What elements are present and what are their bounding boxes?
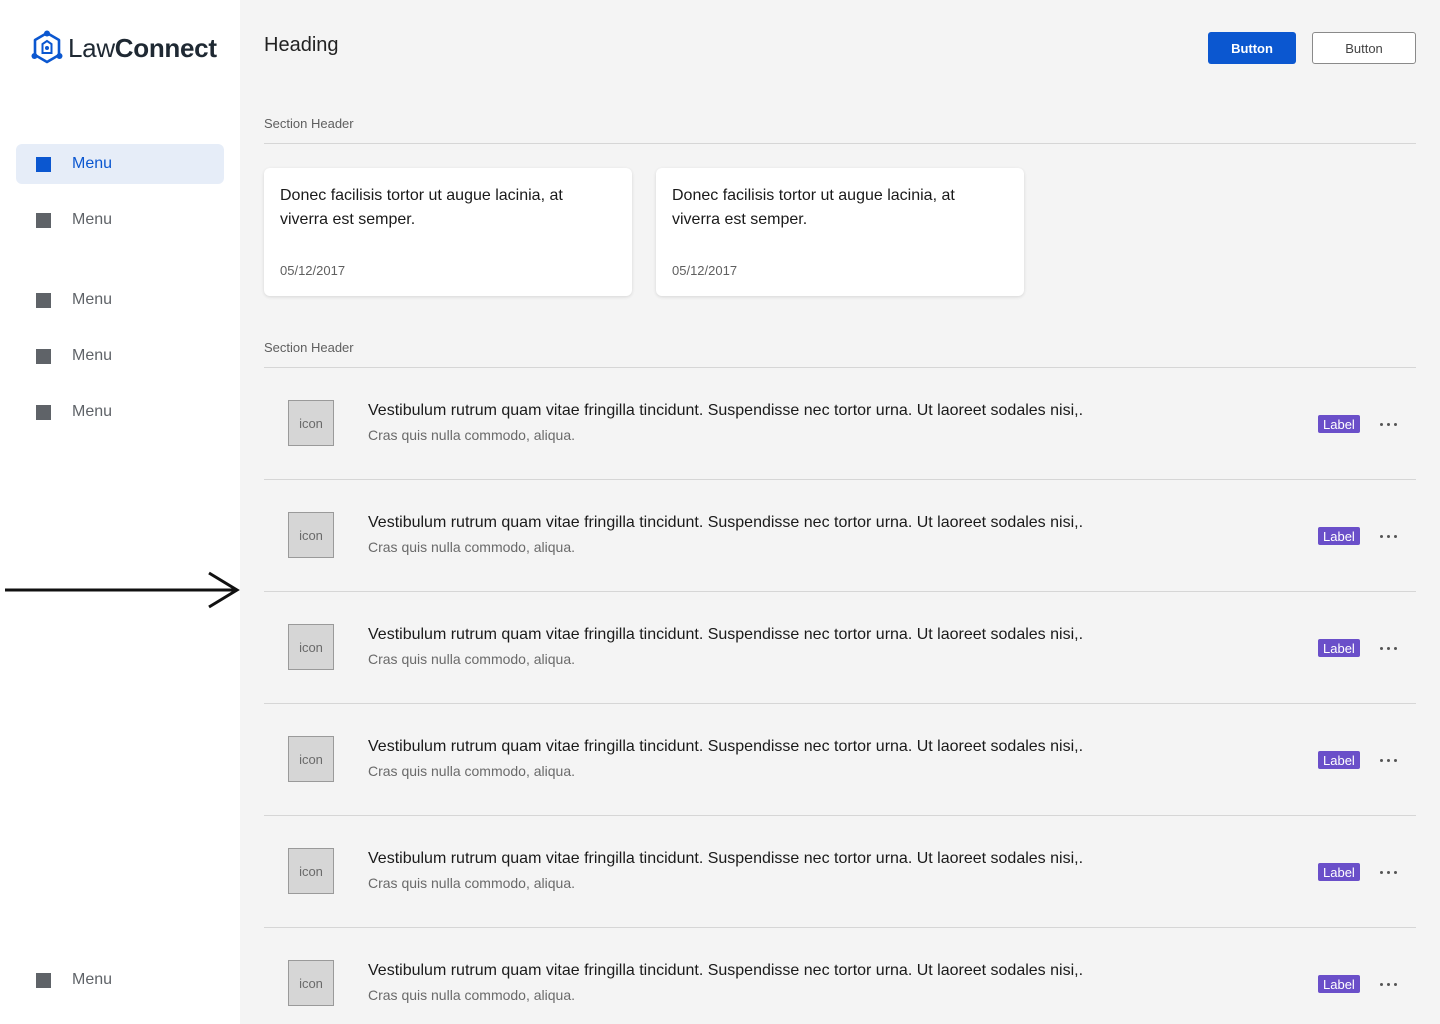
- placeholder-icon: icon: [288, 400, 334, 446]
- placeholder-icon: icon: [288, 736, 334, 782]
- sidebar-item-label: Menu: [72, 291, 113, 308]
- label-badge: Label: [1318, 751, 1360, 769]
- card-text: Donec facilisis tortor ut augue lacinia,…: [280, 187, 563, 228]
- placeholder-icon: icon: [288, 960, 334, 1006]
- label-badge: Label: [1318, 639, 1360, 657]
- secondary-button[interactable]: Button: [1312, 32, 1416, 64]
- more-horizontal-icon[interactable]: [1376, 636, 1400, 660]
- brand-name: LawConnect: [68, 33, 217, 64]
- page-title: Heading: [264, 34, 339, 56]
- sidebar-item-label: Menu: [72, 971, 113, 988]
- list-item-title: Vestibulum rutrum quam vitae fringilla t…: [368, 850, 1084, 867]
- list-item-subtitle: Cras quis nulla commodo, aliqua.: [368, 539, 575, 555]
- list-item-title: Vestibulum rutrum quam vitae fringilla t…: [368, 738, 1084, 755]
- card-date: 05/12/2017: [280, 263, 346, 278]
- more-horizontal-icon[interactable]: [1376, 524, 1400, 548]
- more-horizontal-icon[interactable]: [1376, 748, 1400, 772]
- placeholder-icon: icon: [288, 624, 334, 670]
- more-horizontal-icon[interactable]: [1376, 860, 1400, 884]
- sidebar-item-label: Menu: [72, 155, 113, 172]
- label-badge: Label: [1318, 415, 1360, 433]
- menu-square-icon: [36, 404, 51, 420]
- law-connect-logo-icon: [31, 30, 63, 64]
- list-item-subtitle: Cras quis nulla commodo, aliqua.: [368, 875, 575, 891]
- more-horizontal-icon[interactable]: [1376, 412, 1400, 436]
- label-badge: Label: [1318, 863, 1360, 881]
- card[interactable]: Donec facilisis tortor ut augue lacinia,…: [264, 168, 632, 296]
- list-item-subtitle: Cras quis nulla commodo, aliqua.: [368, 427, 575, 443]
- sidebar-item-3[interactable]: Menu: [16, 280, 224, 320]
- list-item[interactable]: icon Vestibulum rutrum quam vitae fringi…: [264, 704, 1416, 816]
- label-badge: Label: [1318, 975, 1360, 993]
- list-item[interactable]: icon Vestibulum rutrum quam vitae fringi…: [264, 592, 1416, 704]
- list-item-title: Vestibulum rutrum quam vitae fringilla t…: [368, 962, 1084, 979]
- sidebar-item-5[interactable]: Menu: [16, 392, 224, 432]
- card-text: Donec facilisis tortor ut augue lacinia,…: [672, 187, 955, 228]
- list-item-subtitle: Cras quis nulla commodo, aliqua.: [368, 987, 575, 1003]
- primary-button[interactable]: Button: [1208, 32, 1296, 64]
- list-item[interactable]: icon Vestibulum rutrum quam vitae fringi…: [264, 368, 1416, 480]
- menu-square-icon: [36, 292, 51, 308]
- placeholder-icon: icon: [288, 512, 334, 558]
- list-item-subtitle: Cras quis nulla commodo, aliqua.: [368, 763, 575, 779]
- placeholder-icon: icon: [288, 848, 334, 894]
- card[interactable]: Donec facilisis tortor ut augue lacinia,…: [656, 168, 1024, 296]
- section-divider: [264, 143, 1416, 144]
- list-item-title: Vestibulum rutrum quam vitae fringilla t…: [368, 402, 1084, 419]
- sidebar-item-1[interactable]: Menu: [16, 144, 224, 184]
- menu-square-icon: [36, 972, 51, 988]
- label-badge: Label: [1318, 527, 1360, 545]
- list-item-subtitle: Cras quis nulla commodo, aliqua.: [368, 651, 575, 667]
- list-item[interactable]: icon Vestibulum rutrum quam vitae fringi…: [264, 816, 1416, 928]
- menu-square-icon: [36, 156, 51, 172]
- sidebar-item-label: Menu: [72, 211, 113, 228]
- list-item[interactable]: icon Vestibulum rutrum quam vitae fringi…: [264, 480, 1416, 592]
- sidebar-item-4[interactable]: Menu: [16, 336, 224, 376]
- arrow-right-icon: [5, 571, 240, 609]
- sidebar-item-2[interactable]: Menu: [16, 200, 224, 240]
- sidebar: LawConnect Menu Menu Menu Menu Menu Menu: [0, 0, 240, 1024]
- menu-square-icon: [36, 212, 51, 228]
- section-header: Section Header: [264, 116, 354, 131]
- section-header: Section Header: [264, 340, 354, 355]
- sidebar-footer-item[interactable]: Menu: [16, 960, 224, 1000]
- list-item-title: Vestibulum rutrum quam vitae fringilla t…: [368, 626, 1084, 643]
- brand-logo[interactable]: LawConnect: [30, 30, 217, 66]
- menu-square-icon: [36, 348, 51, 364]
- list-item[interactable]: icon Vestibulum rutrum quam vitae fringi…: [264, 928, 1416, 1024]
- sidebar-item-label: Menu: [72, 347, 113, 364]
- more-horizontal-icon[interactable]: [1376, 972, 1400, 996]
- brand-name-light: Law: [68, 32, 115, 63]
- list-item-title: Vestibulum rutrum quam vitae fringilla t…: [368, 514, 1084, 531]
- card-date: 05/12/2017: [672, 263, 738, 278]
- sidebar-item-label: Menu: [72, 403, 113, 420]
- brand-name-bold: Connect: [114, 32, 217, 63]
